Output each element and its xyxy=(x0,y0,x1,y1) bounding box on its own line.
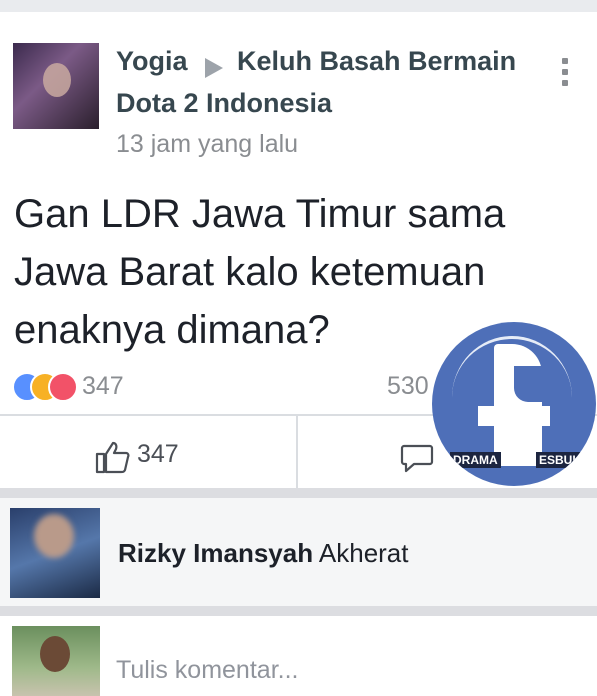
dot xyxy=(562,69,568,75)
group-name-line1[interactable]: Keluh Basah Bermain xyxy=(237,46,516,77)
commenter-avatar[interactable] xyxy=(10,508,100,598)
action-divider xyxy=(296,416,298,488)
post-text-line: Gan LDR Jawa Timur sama xyxy=(14,192,506,236)
post-timestamp[interactable]: 13 jam yang lalu xyxy=(116,130,298,159)
group-name-line2[interactable]: Dota 2 Indonesia xyxy=(116,88,332,119)
comment-input[interactable] xyxy=(116,656,576,685)
author-avatar[interactable] xyxy=(13,43,99,129)
badge-label-right: ESBUK xyxy=(536,452,585,468)
commenter-name[interactable]: Rizky Imansyah xyxy=(118,538,313,568)
comment-text: Akherat xyxy=(318,538,409,568)
author-name[interactable]: Yogia xyxy=(116,46,188,77)
dot xyxy=(562,58,568,64)
badge-label-left: DRAMA xyxy=(450,452,501,468)
comment-content: Rizky Imansyah Akherat xyxy=(118,538,409,569)
like-button[interactable]: 347 xyxy=(95,440,205,474)
top-divider xyxy=(0,0,597,12)
thumbs-up-icon xyxy=(95,441,130,474)
avatar-face xyxy=(34,514,74,558)
comment-bubble-icon xyxy=(400,444,434,473)
avatar-face xyxy=(43,63,71,97)
avatar-face xyxy=(40,636,70,672)
badge-f-bar xyxy=(478,406,550,426)
badge-f-stem xyxy=(494,344,542,466)
shared-to-arrow-icon xyxy=(205,58,223,78)
like-count: 347 xyxy=(137,440,179,468)
more-options-icon[interactable] xyxy=(562,58,570,91)
dot xyxy=(562,80,568,86)
badge-f-notch xyxy=(514,366,542,402)
facebook-logo-icon: DRAMA ESBUK xyxy=(432,322,596,486)
my-avatar xyxy=(12,626,100,696)
comment-button[interactable] xyxy=(400,442,440,476)
post-text-line: Jawa Barat kalo ketemuan xyxy=(14,250,486,294)
reaction-count: 347 xyxy=(82,372,124,400)
comment-count[interactable]: 530 xyxy=(387,372,429,401)
love-reaction-icon xyxy=(48,372,78,402)
